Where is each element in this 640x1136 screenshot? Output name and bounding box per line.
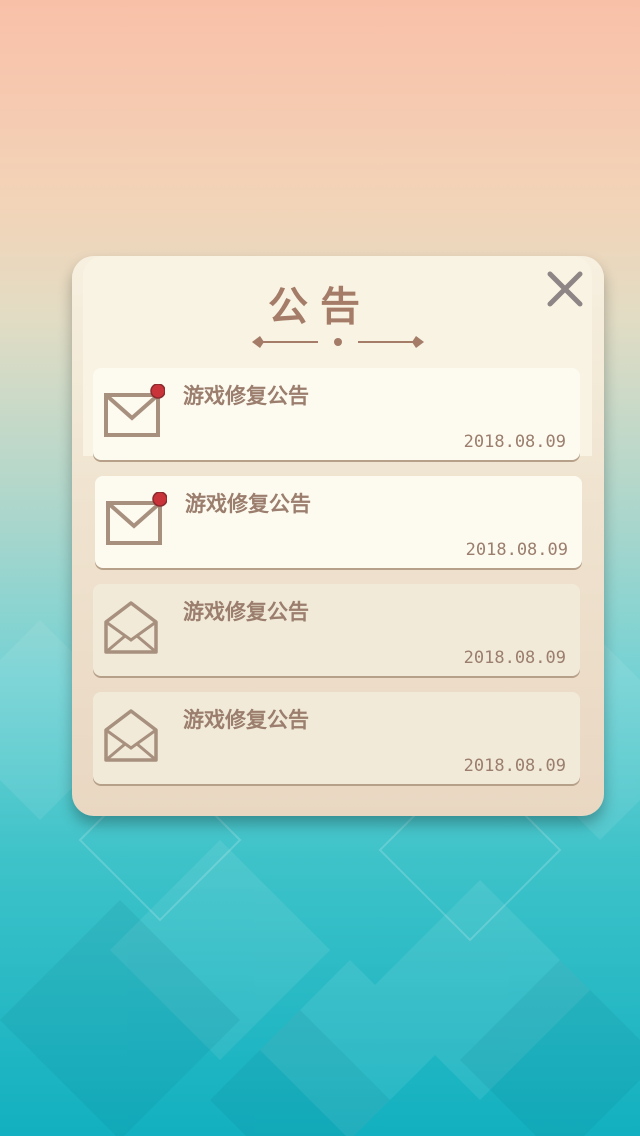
close-button[interactable] [542, 266, 588, 312]
notice-item[interactable]: 游戏修复公告 2018.08.09 [93, 692, 580, 784]
envelope-closed-icon [104, 384, 165, 437]
notice-date: 2018.08.09 [465, 540, 568, 560]
close-icon [547, 271, 583, 307]
unread-badge [150, 384, 165, 399]
envelope-open-icon [104, 709, 158, 762]
notice-date: 2018.08.09 [463, 432, 566, 452]
envelope-open-icon [104, 601, 158, 654]
notice-title: 游戏修复公告 [185, 492, 311, 516]
notice-title: 游戏修复公告 [183, 600, 309, 624]
unread-badge [152, 492, 167, 507]
notice-title: 游戏修复公告 [183, 708, 309, 732]
notice-title: 游戏修复公告 [183, 384, 309, 408]
notice-item[interactable]: 游戏修复公告 2018.08.09 [93, 368, 580, 460]
divider-ornament-icon [252, 336, 424, 348]
envelope-closed-icon [106, 492, 167, 545]
notice-item[interactable]: 游戏修复公告 2018.08.09 [93, 584, 580, 676]
notice-item[interactable]: 游戏修复公告 2018.08.09 [95, 476, 582, 568]
notice-date: 2018.08.09 [463, 648, 566, 668]
notice-date: 2018.08.09 [463, 756, 566, 776]
